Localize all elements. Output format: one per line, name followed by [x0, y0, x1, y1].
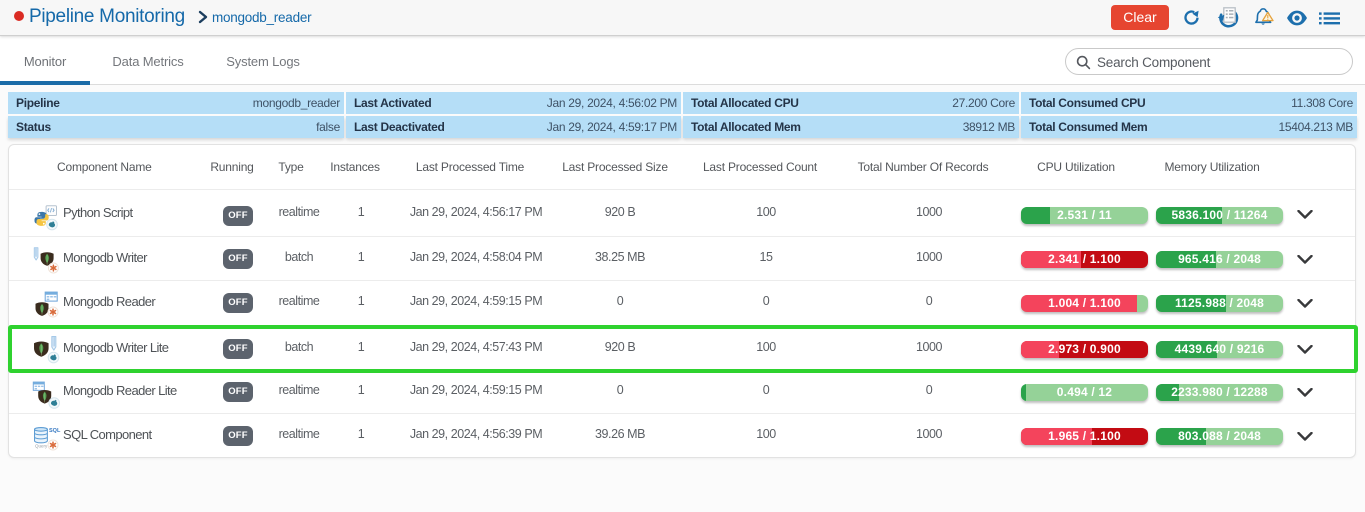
svg-text:SQL: SQL	[49, 428, 61, 434]
svg-text:Query: Query	[35, 444, 48, 449]
